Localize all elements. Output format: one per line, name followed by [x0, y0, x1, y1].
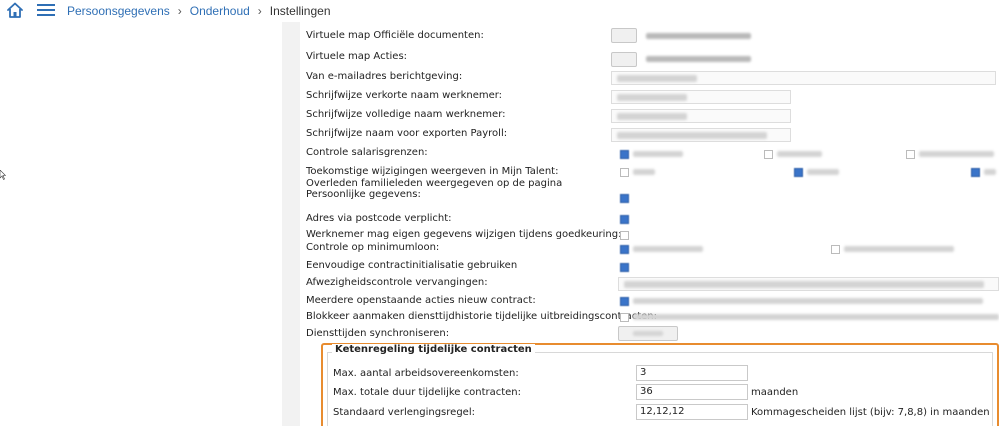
max-duration-input[interactable]: 36 — [636, 384, 748, 400]
breadcrumb: Persoonsgegevens › Onderhoud › Instellingen — [67, 4, 331, 18]
setting-label: Virtuele map Acties: — [306, 51, 408, 62]
max-duration-label: Max. totale duur tijdelijke contracten: — [333, 387, 522, 398]
breadcrumb-link-onderhoud[interactable]: Onderhoud — [190, 4, 250, 18]
chevron-right-icon: › — [177, 4, 182, 18]
setting-label: Eenvoudige contractinitialisatie gebruik… — [306, 260, 518, 271]
setting-label: Van e-mailadres berichtgeving: — [306, 71, 463, 82]
redacted-value — [646, 56, 751, 62]
radio-option[interactable] — [764, 150, 773, 159]
left-sidebar — [0, 22, 282, 426]
setting-row: Afwezigheidscontrole vervangingen: — [306, 275, 999, 293]
cursor-icon — [0, 170, 6, 180]
setting-row: Schrijfwijze verkorte naam werknemer: — [306, 88, 999, 106]
setting-label: Virtuele map Officiële documenten: — [306, 30, 484, 41]
setting-label: Controle op minimumloon: — [306, 242, 440, 253]
breadcrumb-current: Instellingen — [269, 4, 331, 18]
setting-row: Diensttijden synchroniseren: — [306, 326, 999, 344]
setting-label: Afwezigheidscontrole vervangingen: — [306, 277, 488, 288]
setting-row: Virtuele map Acties: — [306, 49, 999, 67]
checkbox[interactable] — [620, 215, 629, 224]
setting-label: Werknemer mag eigen gegevens wijzigen ti… — [306, 229, 622, 240]
extension-rule-hint: Kommagescheiden lijst (bijv: 7,8,8) in m… — [751, 407, 990, 418]
breadcrumb-link-persoonsgegevens[interactable]: Persoonsgegevens — [67, 4, 170, 18]
setting-row: Schrijfwijze volledige naam werknemer: — [306, 107, 999, 125]
max-contracts-label: Max. aantal arbeidsovereenkomsten: — [333, 368, 519, 379]
email-field[interactable] — [611, 71, 996, 85]
setting-label: Adres via postcode verplicht: — [306, 213, 452, 224]
short-name-select[interactable] — [611, 90, 791, 104]
home-icon[interactable] — [6, 1, 24, 19]
setting-row: Eenvoudige contractinitialisatie gebruik… — [306, 258, 999, 276]
ketenregeling-fieldset: Ketenregeling tijdelijke contracten Max.… — [321, 343, 999, 426]
chevron-right-icon: › — [257, 4, 262, 18]
radio-option[interactable] — [620, 245, 629, 254]
setting-row: Blokkeer aanmaken diensttijdhistorie tij… — [306, 309, 999, 327]
extension-rule-label: Standaard verlengingsregel: — [333, 407, 475, 418]
setting-label: Controle salarisgrenzen: — [306, 147, 428, 158]
radio-option[interactable] — [906, 150, 915, 159]
setting-label: Schrijfwijze volledige naam werknemer: — [306, 109, 506, 120]
fieldset-legend: Ketenregeling tijdelijke contracten — [332, 344, 535, 355]
synchronize-button[interactable] — [618, 326, 678, 341]
setting-label: Schrijfwijze verkorte naam werknemer: — [306, 90, 503, 101]
extension-rule-input[interactable]: 12,12,12 — [636, 404, 748, 420]
full-name-select[interactable] — [611, 109, 791, 123]
radio-option[interactable] — [620, 150, 629, 159]
payroll-name-select[interactable] — [611, 128, 791, 142]
checkbox[interactable] — [620, 263, 629, 272]
browse-button[interactable] — [611, 28, 637, 43]
checkbox[interactable] — [794, 168, 803, 177]
setting-row: Controle op minimumloon: — [306, 240, 999, 258]
checkbox[interactable] — [620, 194, 629, 203]
setting-label: Schrijfwijze naam voor exporten Payroll: — [306, 128, 508, 139]
checkbox[interactable] — [971, 168, 980, 177]
setting-row: Controle salarisgrenzen: — [306, 145, 999, 163]
max-contracts-input[interactable]: 3 — [636, 365, 748, 381]
checkbox[interactable] — [620, 297, 629, 306]
setting-row: Virtuele map Officiële documenten: — [306, 28, 999, 46]
top-bar: Persoonsgegevens › Onderhoud › Instellingen — [0, 0, 999, 22]
absence-control-select[interactable] — [618, 277, 999, 291]
settings-panel: Virtuele map Officiële documenten: Virtu… — [300, 22, 999, 426]
setting-label: Overleden familieleden weergegeven op de… — [306, 178, 563, 200]
setting-row: Overleden familieleden weergegeven op de… — [306, 178, 999, 206]
redacted-value — [646, 33, 751, 39]
setting-label: Toekomstige wijzigingen weergeven in Mij… — [306, 166, 559, 177]
checkbox[interactable] — [620, 231, 629, 240]
duration-unit: maanden — [751, 387, 799, 398]
setting-row: Schrijfwijze naam voor exporten Payroll: — [306, 126, 999, 144]
checkbox[interactable] — [620, 168, 629, 177]
setting-label: Diensttijden synchroniseren: — [306, 328, 450, 339]
radio-option[interactable] — [831, 245, 840, 254]
setting-label: Blokkeer aanmaken diensttijdhistorie tij… — [306, 311, 658, 322]
content-area: Virtuele map Officiële documenten: Virtu… — [282, 22, 999, 426]
setting-row: Van e-mailadres berichtgeving: — [306, 69, 999, 87]
browse-button[interactable] — [611, 52, 637, 67]
setting-label: Meerdere openstaande acties nieuw contra… — [306, 295, 536, 306]
menu-icon[interactable] — [37, 3, 55, 17]
checkbox[interactable] — [620, 313, 629, 322]
